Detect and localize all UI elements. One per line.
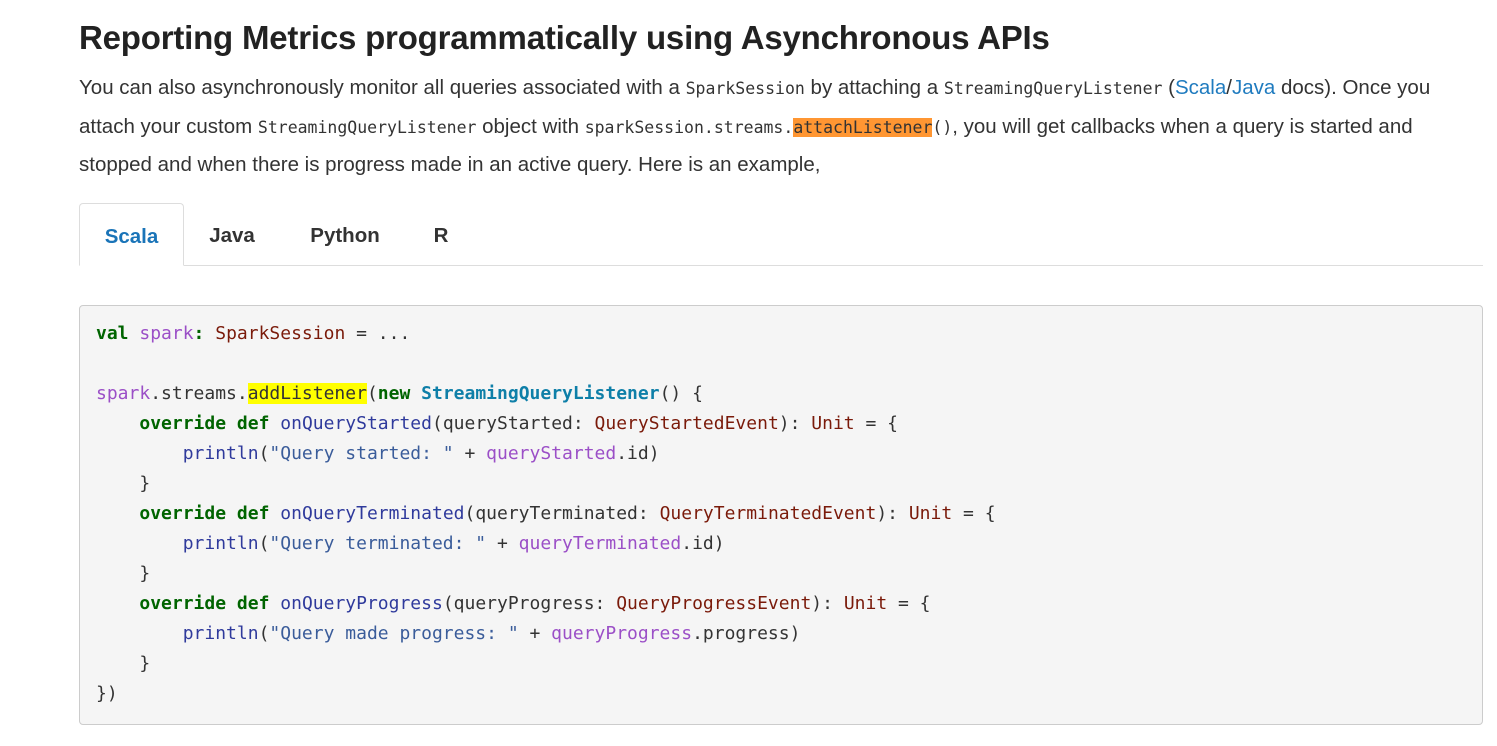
- code-token: (: [258, 623, 270, 644]
- code-token: "Query started: ": [269, 443, 454, 464]
- code-token: = {: [887, 593, 931, 614]
- code-token: queryTerminated: [518, 533, 682, 554]
- tab-r[interactable]: R: [416, 203, 466, 266]
- code-token: }): [96, 683, 118, 704]
- code-token: StreamingQueryListener: [421, 383, 660, 404]
- code-token: .id): [616, 443, 660, 464]
- code-token: override: [139, 503, 227, 524]
- code-token: override: [139, 593, 227, 614]
- code-token: ):: [778, 413, 812, 434]
- scala-docs-link[interactable]: Scala: [1175, 76, 1226, 99]
- code-token: override: [139, 413, 227, 434]
- code-token: }: [139, 473, 151, 494]
- inline-code-sparksession: SparkSession: [685, 79, 805, 98]
- code-token: "Query made progress: ": [269, 623, 519, 644]
- code-token: onQueryTerminated: [280, 503, 465, 524]
- code-token: ):: [876, 503, 909, 524]
- code-token: (: [258, 443, 270, 464]
- code-token: spark: [96, 383, 151, 404]
- inline-code-listener: StreamingQueryListener: [943, 79, 1163, 98]
- code-token: (: [258, 533, 270, 554]
- language-tabs: Scala Java Python R: [79, 203, 1483, 266]
- code-token: .streams.: [150, 383, 248, 404]
- code-token: SparkSession: [215, 323, 346, 344]
- code-token: :: [193, 323, 216, 344]
- code-token: = ...: [345, 323, 411, 344]
- code-token: () {: [659, 383, 703, 404]
- code-token: (queryStarted:: [431, 413, 595, 434]
- code-part: (): [932, 117, 953, 137]
- code-token: QueryStartedEvent: [594, 413, 779, 434]
- code-token: queryProgress: [551, 623, 693, 644]
- code-token: +: [453, 443, 487, 464]
- code-token: Unit: [811, 413, 855, 434]
- code-token: Unit: [843, 593, 888, 614]
- code-part: sparkSession.streams.: [584, 117, 794, 137]
- code-token: def: [236, 593, 270, 614]
- code-token: }: [139, 563, 151, 584]
- code-token: "Query terminated: ": [269, 533, 487, 554]
- highlighted-add-listener: addListener: [247, 383, 367, 404]
- code-token: queryStarted: [486, 443, 617, 464]
- intro-paragraph: You can also asynchronously monitor all …: [79, 69, 1479, 184]
- code-token: println: [182, 533, 259, 554]
- code-block: val spark: SparkSession = ... spark.stre…: [79, 305, 1483, 725]
- inline-code-attach: sparkSession.streams.attachListener(): [584, 117, 953, 137]
- para-text: You can also asynchronously monitor all …: [79, 76, 686, 99]
- tab-scala[interactable]: Scala: [79, 203, 184, 266]
- java-docs-link[interactable]: Java: [1232, 76, 1275, 99]
- para-text: object with: [476, 114, 585, 138]
- code-token: .id): [681, 533, 725, 554]
- code-token: QueryProgressEvent: [616, 593, 812, 614]
- code-token: = {: [854, 413, 899, 434]
- docs-page: Reporting Metrics programmatically using…: [0, 0, 1497, 746]
- highlighted-attach-listener: attachListener: [793, 117, 933, 137]
- code-token: +: [518, 623, 552, 644]
- tab-java[interactable]: Java: [190, 203, 274, 266]
- code-token: spark: [139, 323, 194, 344]
- code-token: val: [96, 323, 129, 344]
- para-text: (: [1162, 76, 1175, 99]
- code-token: +: [486, 533, 519, 554]
- code-token: def: [236, 413, 270, 434]
- code-token: onQueryStarted: [280, 413, 432, 434]
- code-token: (queryTerminated:: [464, 503, 660, 524]
- code-token: (: [366, 383, 378, 404]
- section-heading: Reporting Metrics programmatically using…: [79, 19, 1050, 56]
- code-token: QueryTerminatedEvent: [659, 503, 877, 524]
- para-text: by attaching a: [804, 76, 944, 99]
- inline-code-listener-2: StreamingQueryListener: [257, 117, 477, 137]
- code-token: new: [377, 383, 411, 404]
- code-token: println: [182, 443, 259, 464]
- code-token: def: [236, 503, 270, 524]
- code-token: onQueryProgress: [280, 593, 443, 614]
- code-token: (queryProgress:: [442, 593, 617, 614]
- scala-code: val spark: SparkSession = ... spark.stre…: [96, 319, 996, 709]
- code-token: .progress): [692, 623, 801, 644]
- code-token: ):: [811, 593, 844, 614]
- code-token: = {: [952, 503, 996, 524]
- code-token: }: [139, 653, 151, 674]
- code-token: Unit: [908, 503, 953, 524]
- tab-python[interactable]: Python: [292, 203, 398, 266]
- code-token: println: [182, 623, 259, 644]
